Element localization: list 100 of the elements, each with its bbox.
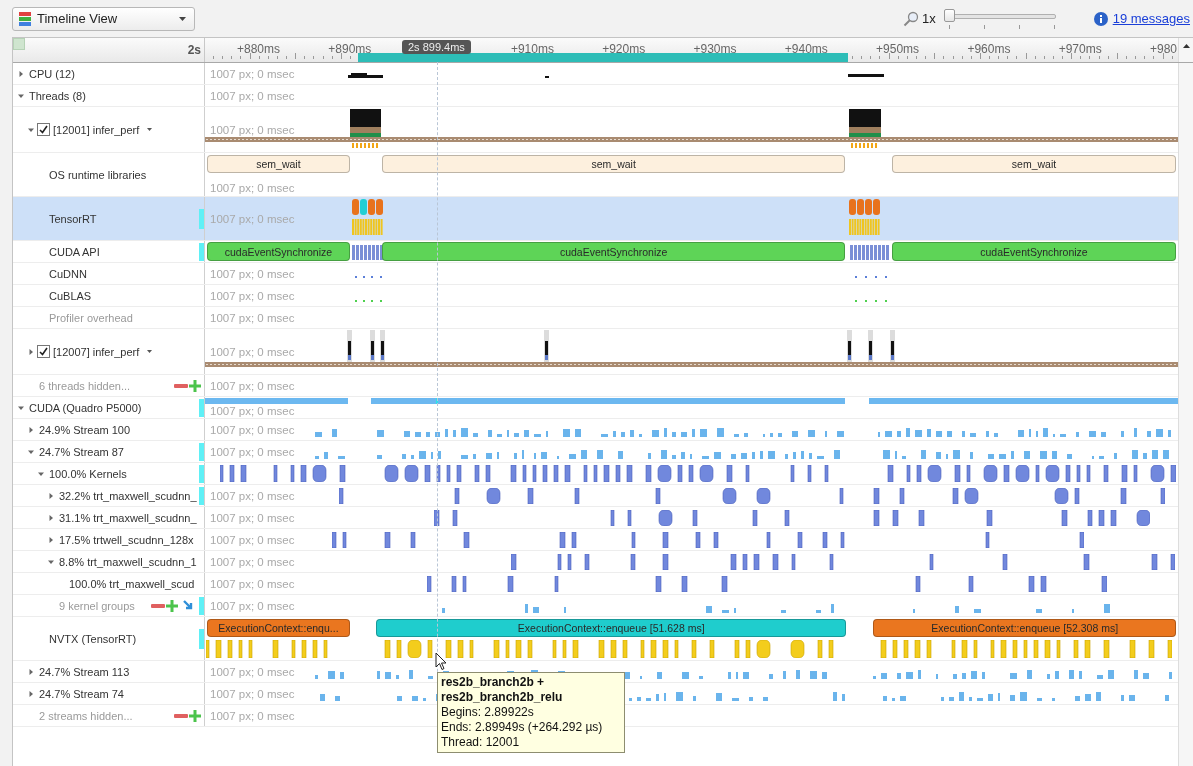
expander-arrow-icon[interactable] — [28, 426, 34, 433]
row-header[interactable]: 31.1% trt_maxwell_scudnn_ — [13, 507, 205, 528]
lane-note: 1007 px; 0 msec — [210, 123, 295, 136]
row-header[interactable]: 24.9% Stream 100 — [13, 419, 205, 440]
row-header[interactable]: 100.0% trt_maxwell_scud — [13, 573, 205, 594]
row-header[interactable]: 32.2% trt_maxwell_scudnn_ — [13, 485, 205, 506]
ruler-tick-label: +910ms — [510, 42, 554, 56]
row-header[interactable]: 24.7% Stream 113 — [13, 661, 205, 682]
expander-arrow-icon[interactable] — [48, 536, 54, 543]
row-header[interactable]: 24.7% Stream 87 — [13, 441, 205, 462]
messages-link[interactable]: 19 messages — [1112, 11, 1190, 26]
thread-checkbox[interactable] — [37, 123, 50, 136]
row-label: 8.8% trt_maxwell_scudnn_1 — [59, 555, 197, 568]
expander-arrow-icon[interactable] — [48, 558, 54, 565]
range-bar[interactable]: cudaEventSynchronize — [382, 242, 846, 261]
lane-note: 1007 px; 0 msec — [210, 267, 295, 280]
ruler-tick-label: +940ms — [784, 42, 828, 56]
expander-arrow-icon[interactable] — [48, 492, 54, 499]
row-header[interactable]: CUDA (Quadro P5000) — [13, 397, 205, 418]
row-header[interactable]: Threads (8) — [13, 85, 205, 106]
row-label: 24.7% Stream 113 — [39, 665, 130, 678]
expander-arrow-icon[interactable] — [28, 126, 34, 133]
tooltip-line: Begins: 2.89922s — [441, 705, 535, 720]
expander-arrow-icon[interactable] — [28, 690, 34, 697]
ruler-tick-label: +920ms — [602, 42, 646, 56]
row-header[interactable]: [12007] infer_perf — [13, 329, 205, 374]
hide-more-button[interactable] — [151, 603, 165, 608]
row-label: NVTX (TensorRT) — [49, 632, 137, 645]
view-selector[interactable]: Timeline View — [12, 6, 195, 31]
ruler-tick-label: +880ms — [237, 42, 281, 56]
row-label: [12001] infer_perf — [53, 123, 140, 136]
row-header[interactable]: 17.5% trtwell_scudnn_128x — [13, 529, 205, 550]
lane-note: 1007 px; 0 msec — [210, 709, 295, 722]
caret-icon[interactable] — [147, 350, 153, 353]
row-label: 9 kernel groups — [59, 599, 135, 612]
lane-note: 1007 px; 0 msec — [210, 182, 295, 194]
lane-note: 1007 px; 0 msec — [210, 555, 295, 568]
range-bar[interactable]: cudaEventSynchronize — [891, 242, 1177, 261]
row-header[interactable]: CUDA API — [13, 241, 205, 262]
range-bar[interactable]: ExecutionContext::enqueue [52.308 ms] — [873, 619, 1177, 637]
thread-checkbox[interactable] — [37, 345, 50, 358]
row-label: Profiler overhead — [49, 311, 133, 324]
lane-note: 1007 px; 0 msec — [210, 89, 295, 102]
range-bar[interactable]: ExecutionContext::enqu... — [206, 619, 350, 637]
expander-arrow-icon[interactable] — [48, 514, 54, 521]
expander-arrow-icon[interactable] — [38, 470, 44, 477]
expand-arrow-button[interactable] — [183, 599, 195, 612]
range-bar[interactable]: cudaEventSynchronize — [206, 242, 350, 261]
lane-note: 1007 px; 0 msec — [210, 405, 295, 417]
expander-arrow-icon[interactable] — [28, 448, 34, 455]
row-label: 100.0% Kernels — [49, 467, 127, 480]
lane-note: 1007 px; 0 msec — [210, 289, 295, 302]
row-header[interactable]: [12001] infer_perf — [13, 107, 205, 152]
ruler-tick-label: +970ms — [1058, 42, 1102, 56]
expander-arrow-icon[interactable] — [28, 348, 34, 355]
row-label: CuDNN — [49, 267, 87, 280]
lane-note: 1007 px; 0 msec — [210, 212, 295, 225]
tooltip-line: Ends: 2.89949s (+264.292 µs) — [441, 720, 604, 735]
row-label: 100.0% trt_maxwell_scud — [69, 577, 195, 590]
range-bar[interactable]: ExecutionContext::enqueue [51.628 ms] — [376, 619, 847, 637]
lane-note: 1007 px; 0 msec — [210, 311, 295, 324]
row-header[interactable]: CuBLAS — [13, 285, 205, 306]
lane-note: 1007 px; 0 msec — [210, 489, 295, 502]
row-label: CPU (12) — [29, 67, 75, 80]
range-bar[interactable]: sem_wait — [206, 155, 350, 173]
row-label: 24.9% Stream 100 — [39, 423, 131, 436]
caret-icon — [179, 16, 186, 21]
row-label: Threads (8) — [29, 89, 86, 102]
zoom-icon — [902, 10, 919, 27]
row-header[interactable]: 100.0% Kernels — [13, 463, 205, 484]
expander-arrow-icon[interactable] — [28, 668, 34, 675]
scroll-up-button[interactable] — [1178, 38, 1193, 62]
expander-arrow-icon[interactable] — [18, 70, 24, 77]
row-header[interactable]: CuDNN — [13, 263, 205, 284]
hide-more-button[interactable] — [174, 383, 188, 388]
expander-arrow-icon[interactable] — [18, 404, 24, 411]
caret-icon[interactable] — [147, 128, 153, 131]
cursor-time-badge: 2s 899.4ms — [402, 40, 471, 54]
expander-arrow-icon[interactable] — [18, 92, 24, 99]
row-label: CUDA (Quadro P5000) — [29, 401, 142, 414]
row-label: 24.7% Stream 87 — [39, 445, 124, 458]
row-header[interactable]: 8.8% trt_maxwell_scudnn_1 — [13, 551, 205, 572]
row-header[interactable]: TensorRT — [13, 197, 205, 240]
row-header[interactable]: CPU (12) — [13, 63, 205, 84]
row-label: 6 threads hidden... — [39, 379, 131, 392]
hide-more-button[interactable] — [174, 713, 188, 718]
row-label: CUDA API — [49, 245, 100, 258]
row-header[interactable]: NVTX (TensorRT) — [13, 617, 205, 660]
lane-note: 1007 px; 0 msec — [210, 533, 295, 546]
row-header[interactable]: OS runtime libraries — [13, 153, 205, 196]
ruler-tick-label: +930ms — [693, 42, 737, 56]
row-header[interactable]: 24.7% Stream 74 — [13, 683, 205, 704]
range-bar[interactable]: sem_wait — [382, 155, 846, 173]
row-label: CuBLAS — [49, 289, 92, 302]
tooltip-title: res2b_branch2b + res2b_branch2b_relu — [441, 675, 564, 705]
row-label: TensorRT — [49, 212, 97, 225]
info-icon — [1093, 11, 1108, 26]
lane-note: 1007 px; 0 msec — [210, 379, 295, 392]
row-label: [12007] infer_perf — [53, 345, 140, 358]
range-bar[interactable]: sem_wait — [891, 155, 1177, 173]
